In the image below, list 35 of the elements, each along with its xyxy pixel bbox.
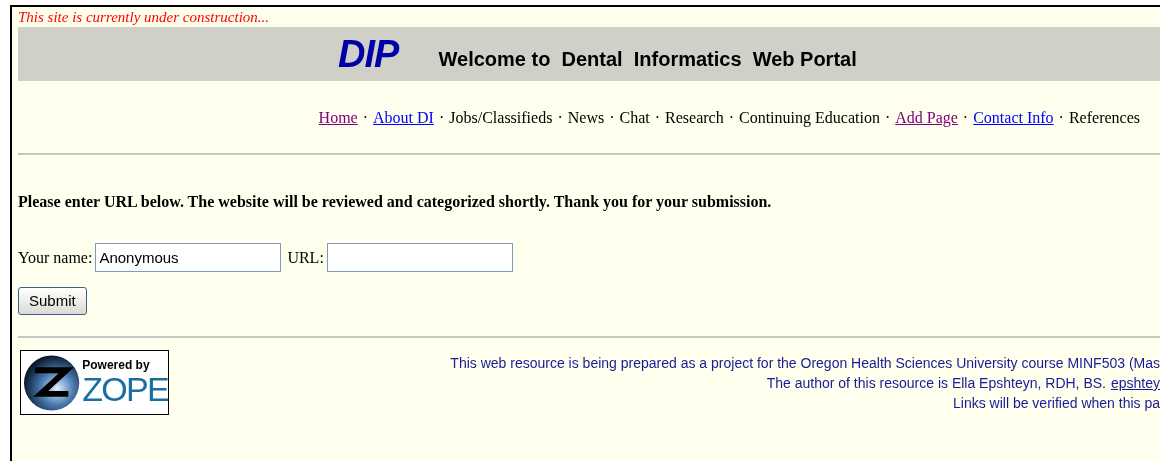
nav-separator: · xyxy=(557,108,563,128)
nav-link[interactable]: About DI xyxy=(373,108,434,128)
name-label: Your name: xyxy=(18,247,93,268)
nav-separator: · xyxy=(728,108,734,128)
powered-by-badge[interactable]: Powered by ZOPE xyxy=(20,350,169,415)
nav-text: Jobs/Classifieds xyxy=(449,108,553,128)
name-field[interactable]: Anonymous xyxy=(95,243,282,272)
badge-caption: Powered by xyxy=(82,358,151,371)
nav-link[interactable]: Add Page xyxy=(895,108,958,128)
footer-text: Links will be verified when this pa xyxy=(953,394,1160,413)
nav-separator: · xyxy=(609,108,615,128)
site-title: Welcome to Dental Informatics Web Portal xyxy=(438,47,857,72)
nav-link[interactable]: Home xyxy=(318,108,358,128)
submit-button[interactable]: Submit xyxy=(18,287,87,315)
nav-text: News xyxy=(567,108,605,128)
nav-text: Research xyxy=(665,108,724,128)
construction-notice: This site is currently under construction... xyxy=(18,8,271,27)
nav-separator: · xyxy=(884,108,891,128)
instructions: Please enter URL below. The website will be reviewed and categorized shortly. Thank you for your submission. xyxy=(18,192,773,212)
nav-separator: · xyxy=(362,108,369,128)
nav-separator: · xyxy=(962,108,969,128)
nav-link[interactable]: Contact Info xyxy=(973,108,1054,128)
footer-text: This web resource is being prepared as a project for the Oregon Health Sciences University course MINF503 (Mas xyxy=(450,354,1160,373)
nav-text: Continuing Education xyxy=(739,108,880,128)
footer-text: The author of this resource is Ella Epshteyn, RDH, BS. xyxy=(766,374,1106,393)
nav-text: References xyxy=(1068,108,1140,128)
url-label: URL: xyxy=(287,247,324,268)
nav-separator: · xyxy=(438,108,445,128)
site-logo: DIP xyxy=(338,34,399,74)
nav-separator: · xyxy=(654,108,661,128)
email-link[interactable]: epshtey xyxy=(1110,373,1160,393)
url-field[interactable] xyxy=(326,243,513,272)
nav-separator: · xyxy=(1058,108,1064,128)
nav-text: Chat xyxy=(619,108,650,128)
sphere-icon xyxy=(23,353,81,412)
